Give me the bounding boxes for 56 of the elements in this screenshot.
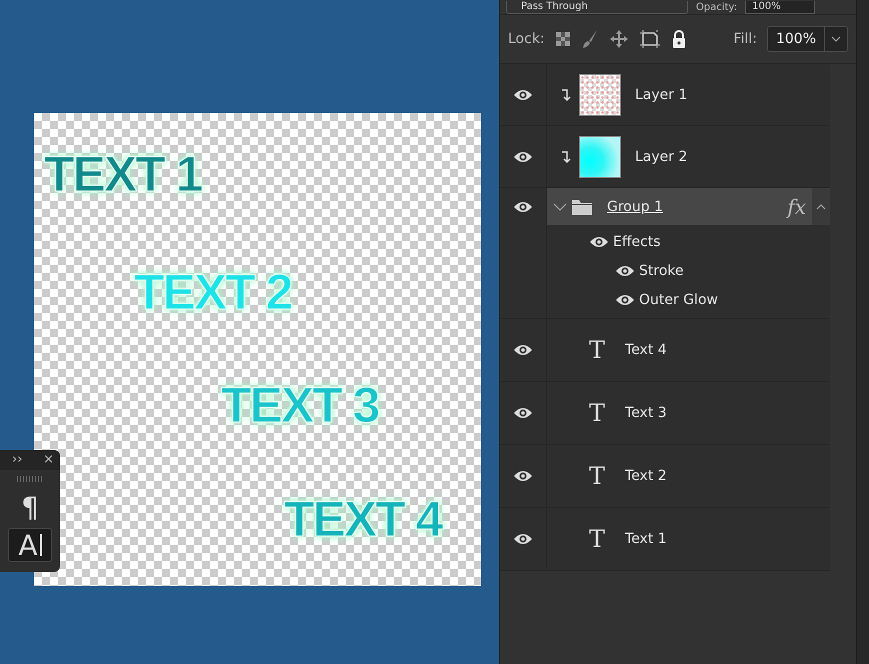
artboard-icon[interactable] [638,29,661,49]
group-name[interactable]: Group 1 [607,198,663,214]
effect-name: Outer Glow [639,292,718,308]
effects-label: Effects [613,234,661,250]
brush-icon[interactable] [580,29,599,49]
visibility-eye-icon[interactable] [615,292,635,306]
visibility-eye-icon[interactable] [589,234,609,248]
opacity-label: Opacity: [696,2,738,14]
layer-name: Layer 2 [635,148,688,164]
layer-thumbnail [579,74,621,116]
visibility-eye-icon[interactable] [513,343,533,357]
lock-label: Lock: [508,31,545,47]
layer-row[interactable]: T Text 4 [500,319,830,382]
visibility-eye-icon[interactable] [513,200,533,214]
layer-name: Text 4 [625,342,667,358]
layer-row[interactable]: Group 1 fx [547,188,812,225]
canvas-text: TEXT 1 [44,146,202,202]
layer-row[interactable]: T Text 2 [500,445,830,508]
chevron-down-icon[interactable] [831,36,841,42]
blend-mode-dropdown[interactable]: Pass Through [506,1,688,14]
canvas-text: TEXT 2 [134,264,292,320]
panel-tool-button[interactable]: A [8,528,52,562]
effects-indicator: fx [787,194,806,218]
visibility-eye-icon[interactable] [513,88,533,102]
fill-field[interactable]: 100% [766,26,848,52]
text-layer-icon: T [589,336,606,364]
layer-row[interactable]: Layer 1 [500,64,830,126]
canvas-text: TEXT 3 [221,377,378,433]
text-layer-icon: T [589,462,606,490]
layer-name: Text 2 [625,468,667,484]
layer-row[interactable]: T Text 3 [500,382,830,445]
visibility-eye-icon[interactable] [513,469,533,483]
move-icon[interactable] [608,29,629,49]
canvas-text: TEXT 4 [284,491,442,547]
chevron-down-icon[interactable] [553,202,567,210]
layer-name: Text 1 [625,531,667,547]
effect-name: Stroke [639,262,684,278]
visibility-eye-icon[interactable] [513,406,533,420]
opacity-field[interactable]: 100% [745,1,816,14]
visibility-eye-icon[interactable] [513,150,533,164]
checkerboard-icon[interactable] [554,31,571,47]
fill-label: Fill: [734,31,757,47]
layer-name: Layer 1 [635,86,688,102]
text-layer-icon: T [589,399,606,427]
lock-icon[interactable] [670,29,687,49]
text-layer-icon: T [589,525,606,553]
layer-thumbnail [579,136,621,178]
chevron-up-icon[interactable] [816,204,826,210]
collapse-button[interactable]: ›› [12,452,22,468]
visibility-eye-icon[interactable] [513,532,533,546]
layer-row[interactable]: T Text 1 [500,508,830,571]
visibility-eye-icon[interactable] [615,264,635,278]
folder-icon[interactable] [571,198,593,216]
close-button[interactable]: × [43,452,54,468]
layer-name: Text 3 [625,405,667,421]
panel-tool-button[interactable]: ¶ [8,490,52,524]
